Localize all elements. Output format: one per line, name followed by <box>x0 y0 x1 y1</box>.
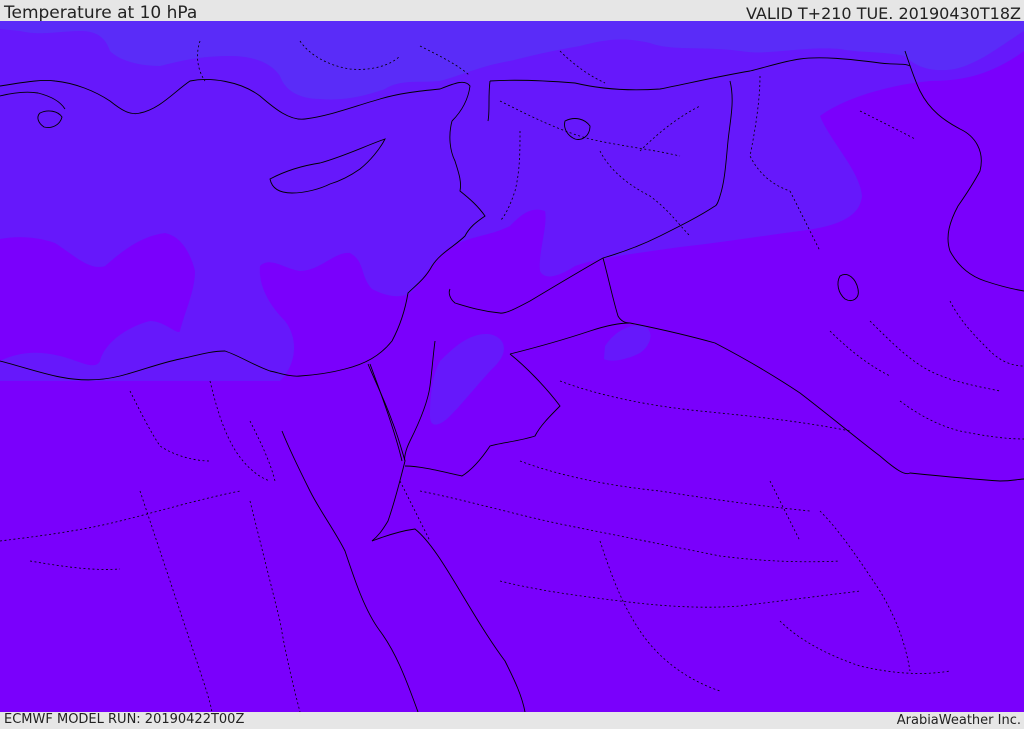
model-run-label: ECMWF MODEL RUN: 20190422T00Z <box>4 712 245 727</box>
valid-time-label: VALID T+210 TUE. 20190430T18Z <box>745 4 1021 23</box>
map-canvas[interactable] <box>0 21 1024 712</box>
weather-map-frame: Temperature at 10 hPa VALID T+210 TUE. 2… <box>0 0 1024 729</box>
map-title: Temperature at 10 hPa <box>4 3 198 23</box>
map-svg <box>0 21 1024 712</box>
credit-label: ArabiaWeather Inc. <box>896 713 1021 728</box>
